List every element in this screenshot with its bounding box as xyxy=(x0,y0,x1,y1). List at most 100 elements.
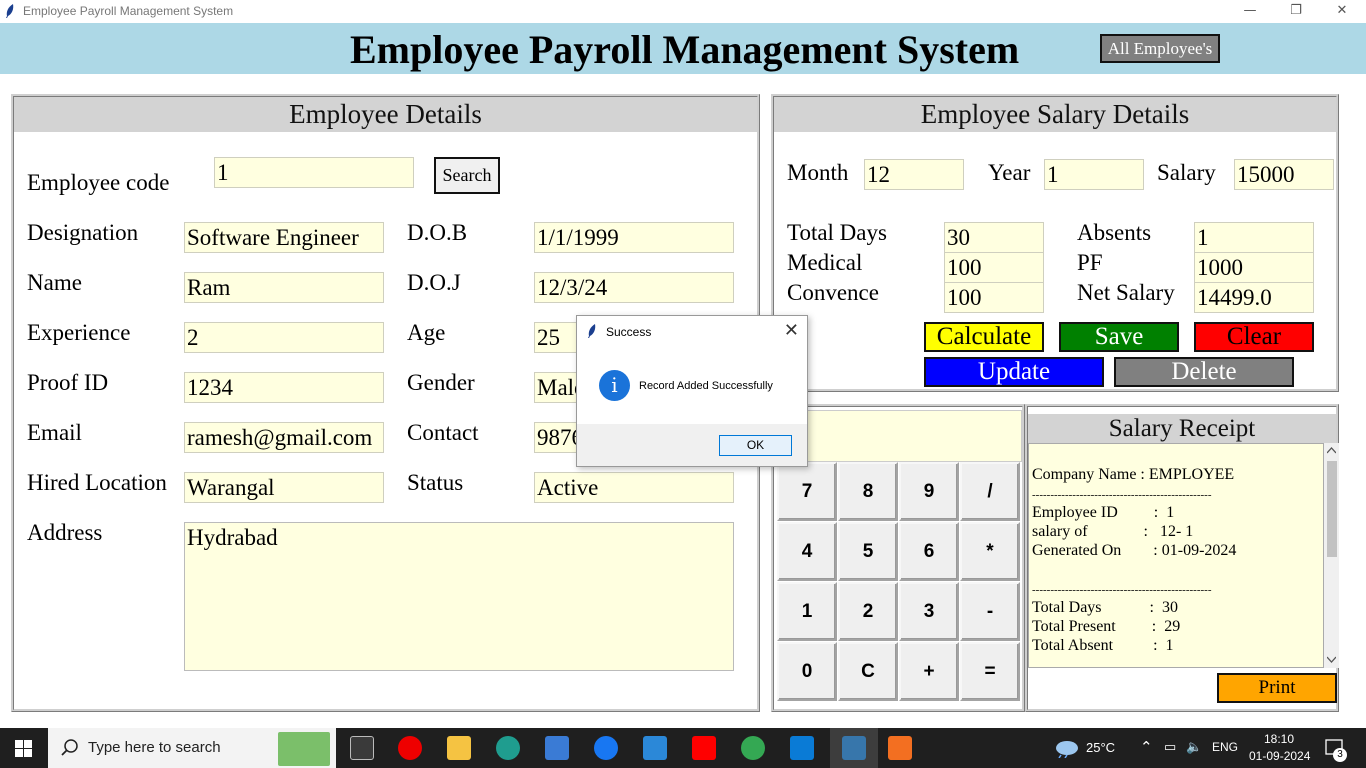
medical-input[interactable]: 100 xyxy=(944,252,1044,283)
pf-label: PF xyxy=(1077,250,1103,275)
calc-key-6[interactable]: 6 xyxy=(899,522,959,581)
taskbar-search-placeholder: Type here to search xyxy=(88,739,221,756)
feather-icon xyxy=(6,4,14,18)
calc-key-5[interactable]: 5 xyxy=(838,522,898,581)
clear-button[interactable]: Clear xyxy=(1194,322,1314,352)
calc-key-3[interactable]: 3 xyxy=(899,582,959,641)
total-days-input[interactable]: 30 xyxy=(944,222,1044,253)
convence-input[interactable]: 100 xyxy=(944,282,1044,313)
month-input[interactable]: 12 xyxy=(864,159,964,190)
receipt-generated-on: Generated On : 01-09-2024 xyxy=(1032,542,1237,559)
salary-input[interactable]: 15000 xyxy=(1234,159,1334,190)
info-icon: i xyxy=(599,370,630,401)
maximize-button[interactable]: ❐ xyxy=(1273,0,1319,23)
calc-key-divide[interactable]: / xyxy=(960,462,1020,521)
convence-label: Convence xyxy=(787,280,879,305)
weather-temp[interactable]: 25°C xyxy=(1086,740,1115,755)
receipt-total-days: Total Days : 30 xyxy=(1032,599,1178,616)
net-salary-input[interactable]: 14499.0 xyxy=(1194,282,1314,313)
search-button[interactable]: Search xyxy=(434,157,500,194)
scroll-up-icon[interactable] xyxy=(1327,447,1336,454)
scroll-thumb[interactable] xyxy=(1327,461,1337,557)
doj-label: D.O.J xyxy=(407,270,461,295)
window-titlebar: Employee Payroll Management System — ❐ ✕ xyxy=(0,0,1366,23)
file-explorer-icon[interactable] xyxy=(447,736,471,760)
calculator-display[interactable] xyxy=(776,410,1022,462)
volume-icon[interactable]: 🔈 xyxy=(1186,739,1202,755)
save-button[interactable]: Save xyxy=(1059,322,1179,352)
close-window-button[interactable]: ✕ xyxy=(1319,0,1365,23)
store-icon[interactable] xyxy=(545,736,569,760)
month-label: Month xyxy=(787,160,849,185)
print-button[interactable]: Print xyxy=(1217,673,1337,703)
chrome-icon[interactable] xyxy=(741,736,765,760)
windows-start-icon[interactable] xyxy=(15,740,32,757)
all-employees-button[interactable]: All Employee's xyxy=(1100,34,1220,63)
receipt-scrollbar[interactable] xyxy=(1324,443,1339,668)
employee-code-label: Employee code xyxy=(27,170,170,195)
calc-key-9[interactable]: 9 xyxy=(899,462,959,521)
edge-icon[interactable] xyxy=(496,736,520,760)
dob-input[interactable]: 1/1/1999 xyxy=(534,222,734,253)
window-title: Employee Payroll Management System xyxy=(23,4,234,18)
chevron-up-icon[interactable]: ⌃ xyxy=(1140,738,1153,756)
status-input[interactable]: Active xyxy=(534,472,734,503)
vscode-icon[interactable] xyxy=(790,736,814,760)
calc-key-8[interactable]: 8 xyxy=(838,462,898,521)
taskbar: Type here to search 25°C ⌃ ▭ 🔈 ENG 18:10… xyxy=(0,728,1366,768)
calc-key-clear[interactable]: C xyxy=(838,642,898,701)
proof-id-label: Proof ID xyxy=(27,370,109,395)
calc-key-7[interactable]: 7 xyxy=(777,462,837,521)
year-label: Year xyxy=(988,160,1031,185)
ok-button[interactable]: OK xyxy=(719,435,792,456)
address-label: Address xyxy=(27,520,103,545)
name-input[interactable]: Ram xyxy=(184,272,384,303)
receipt-text-area[interactable]: Company Name : EMPLOYEE ----------------… xyxy=(1028,443,1324,668)
calc-key-2[interactable]: 2 xyxy=(838,582,898,641)
pf-input[interactable]: 1000 xyxy=(1194,252,1314,283)
address-textarea[interactable]: Hydrabad xyxy=(184,522,734,671)
facebook-icon[interactable] xyxy=(594,736,618,760)
opera-icon[interactable] xyxy=(398,736,422,760)
calc-key-equals[interactable]: = xyxy=(960,642,1020,701)
calc-key-1[interactable]: 1 xyxy=(777,582,837,641)
experience-input[interactable]: 2 xyxy=(184,322,384,353)
proof-id-input[interactable]: 1234 xyxy=(184,372,384,403)
clock-time[interactable]: 18:10 xyxy=(1264,732,1294,746)
calc-key-minus[interactable]: - xyxy=(960,582,1020,641)
scroll-down-icon[interactable] xyxy=(1327,656,1336,663)
employee-code-input[interactable]: 1 xyxy=(214,157,414,188)
contact-label: Contact xyxy=(407,420,479,445)
email-input[interactable]: ramesh@gmail.com xyxy=(184,422,384,453)
delete-button[interactable]: Delete xyxy=(1114,357,1294,387)
absents-label: Absents xyxy=(1077,220,1152,245)
receipt-employee-id: Employee ID : 1 xyxy=(1032,504,1175,521)
task-view-icon[interactable] xyxy=(350,736,374,760)
calc-key-4[interactable]: 4 xyxy=(777,522,837,581)
minimize-button[interactable]: — xyxy=(1227,0,1273,23)
mail-icon[interactable] xyxy=(643,736,667,760)
receipt-total-present: Total Present : 29 xyxy=(1032,618,1181,635)
designation-input[interactable]: Software Engineer xyxy=(184,222,384,253)
battery-icon[interactable]: ▭ xyxy=(1164,739,1176,755)
update-button[interactable]: Update xyxy=(924,357,1104,387)
language-indicator[interactable]: ENG xyxy=(1212,740,1238,754)
search-highlight-image xyxy=(278,732,330,766)
dialog-close-button[interactable]: ✕ xyxy=(784,320,799,341)
python-taskbar-active[interactable] xyxy=(830,728,878,768)
age-label: Age xyxy=(407,320,446,345)
hired-location-input[interactable]: Warangal xyxy=(184,472,384,503)
youtube-icon[interactable] xyxy=(692,736,716,760)
calc-key-multiply[interactable]: * xyxy=(960,522,1020,581)
calc-key-plus[interactable]: + xyxy=(899,642,959,701)
taskbar-search-box[interactable]: Type here to search xyxy=(48,728,336,768)
calculate-button[interactable]: Calculate xyxy=(924,322,1044,352)
doj-input[interactable]: 12/3/24 xyxy=(534,272,734,303)
calc-key-0[interactable]: 0 xyxy=(777,642,837,701)
app-icon[interactable] xyxy=(888,736,912,760)
gender-label: Gender xyxy=(407,370,475,395)
clock-date[interactable]: 01-09-2024 xyxy=(1249,749,1310,763)
receipt-total-absent: Total Absent : 1 xyxy=(1032,637,1174,654)
absents-input[interactable]: 1 xyxy=(1194,222,1314,253)
year-input[interactable]: 1 xyxy=(1044,159,1144,190)
